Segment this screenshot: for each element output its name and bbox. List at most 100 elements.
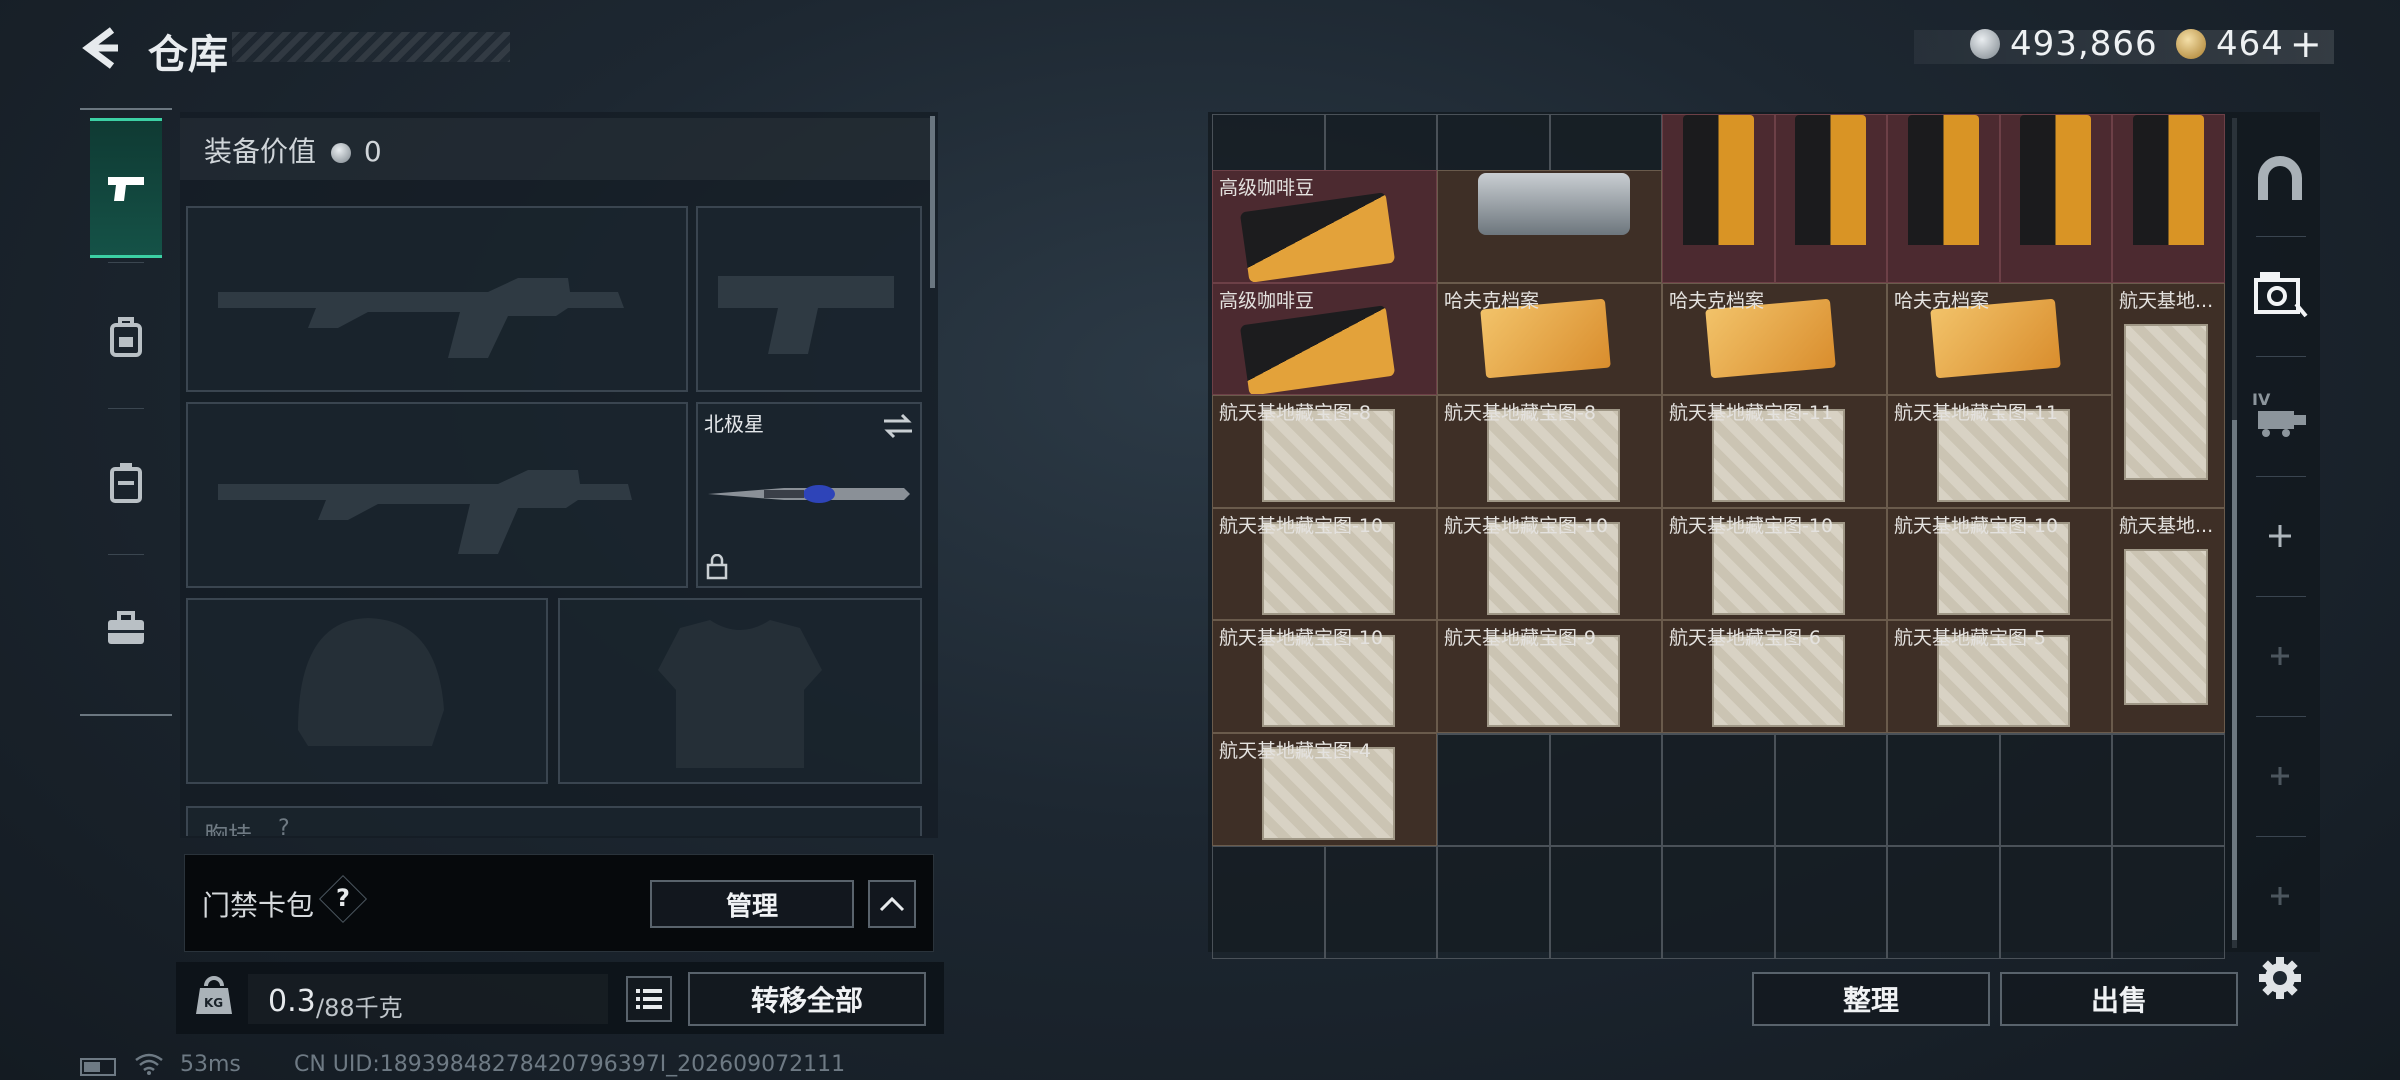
grid-cell[interactable] <box>1437 733 1550 847</box>
stash-item[interactable]: 航天基地藏宝图-10 <box>1437 507 1662 621</box>
item-name: 航天基地... <box>2119 514 2214 537</box>
coffee-bag-icon <box>2020 115 2092 245</box>
transfer-all-button[interactable]: 转移全部 <box>688 972 926 1026</box>
keycard-help-icon[interactable]: ? <box>336 884 350 912</box>
grid-cell[interactable] <box>2112 846 2225 959</box>
add-gold-button[interactable]: + <box>2290 22 2323 66</box>
list-view-button[interactable] <box>626 976 672 1022</box>
stash-item[interactable] <box>1887 114 2000 283</box>
tab-rig[interactable] <box>90 416 162 550</box>
equipment-scrollbar[interactable] <box>930 116 935 288</box>
silver-amount: 493,866 <box>2010 24 2158 64</box>
grid-cell[interactable] <box>1324 114 1437 171</box>
grid-cell[interactable] <box>1324 846 1437 959</box>
stash-item[interactable]: 航天基地藏宝图-10 <box>1887 507 2112 621</box>
tab-divider <box>108 408 144 409</box>
tab-divider <box>2256 236 2306 237</box>
weight-capacity: /88千克 <box>316 994 403 1022</box>
grid-cell[interactable] <box>1437 114 1550 171</box>
add-tab-button[interactable] <box>2250 866 2310 926</box>
stash-item[interactable]: 哈夫克档案 <box>1887 282 2112 396</box>
stash-item[interactable]: 航天基地藏宝图-10 <box>1212 620 1437 733</box>
coffee-bag-icon <box>1795 115 1867 245</box>
grid-cell[interactable] <box>1999 846 2112 959</box>
sell-button[interactable]: 出售 <box>2000 972 2238 1026</box>
collapse-button[interactable] <box>868 880 916 928</box>
plus-icon <box>2269 525 2291 547</box>
grid-cell[interactable] <box>1549 846 1662 959</box>
grid-cell[interactable] <box>1887 846 2000 959</box>
stash-item[interactable]: 哈夫克档案 <box>1662 282 1887 396</box>
grid-cell[interactable] <box>1774 846 1887 959</box>
armor-slot[interactable] <box>558 598 922 784</box>
stash-item[interactable]: 航天基地藏宝图-11 <box>1662 395 1887 508</box>
stash-item[interactable]: 航天基地藏宝图-8 <box>1212 395 1437 508</box>
grid-cell[interactable] <box>1774 733 1887 847</box>
stash-item[interactable]: 哈夫克档案 <box>1437 282 1662 396</box>
stash-item[interactable] <box>1774 114 1887 283</box>
add-tab-button[interactable] <box>2250 746 2310 806</box>
item-name: 航天基地藏宝图-11 <box>1669 402 1834 425</box>
stash-item[interactable]: 航天基地... <box>2112 282 2225 508</box>
stash-item[interactable]: 航天基地藏宝图-10 <box>1662 507 1887 621</box>
item-name: 哈夫克档案 <box>1444 289 1540 312</box>
melee-slot[interactable]: 北极星 <box>696 402 922 588</box>
gold-currency[interactable]: 464 + <box>2176 22 2323 66</box>
stash-item[interactable] <box>1662 114 1775 283</box>
stash-scrollbar[interactable] <box>2232 420 2237 940</box>
stash-item[interactable]: 航天基地藏宝图-5 <box>1887 620 2112 733</box>
item-name: 航天基地... <box>2119 289 2214 312</box>
tab-level-iv[interactable]: IV <box>2250 384 2310 444</box>
grid-cell[interactable] <box>1662 733 1775 847</box>
backpack-icon <box>110 317 142 357</box>
helmet-slot[interactable] <box>186 598 548 784</box>
add-tab-button[interactable] <box>2250 626 2310 686</box>
stash-item[interactable]: 航天基地... <box>2112 507 2225 733</box>
silver-coin-icon <box>330 143 351 163</box>
stash-item[interactable] <box>2112 114 2225 283</box>
stash-item[interactable]: 航天基地藏宝图-10 <box>1212 507 1437 621</box>
back-arrow-icon[interactable] <box>78 26 122 70</box>
item-name: 航天基地藏宝图-10 <box>1669 514 1834 537</box>
manage-button[interactable]: 管理 <box>650 880 854 928</box>
tab-vault[interactable] <box>2250 264 2310 324</box>
grid-cell[interactable] <box>1662 846 1775 959</box>
tab-shelf[interactable] <box>2250 150 2310 210</box>
grid-cell[interactable] <box>2112 733 2225 847</box>
gear-icon <box>2259 957 2301 999</box>
stash-item[interactable]: 航天基地藏宝图-9 <box>1437 620 1662 733</box>
knife-icon <box>708 485 910 503</box>
stash-item[interactable]: 航天基地藏宝图-11 <box>1887 395 2112 508</box>
stash-item[interactable]: 航天基地藏宝图-6 <box>1662 620 1887 733</box>
item-name: 航天基地藏宝图-5 <box>1894 627 2046 650</box>
add-tab-button[interactable] <box>2250 506 2310 566</box>
stash-item[interactable] <box>1999 114 2112 283</box>
swap-icon[interactable] <box>882 412 914 440</box>
grid-cell[interactable] <box>1549 733 1662 847</box>
keycard-label: 门禁卡包 <box>202 889 315 922</box>
tab-weapons[interactable] <box>90 118 162 258</box>
tab-backpack[interactable] <box>90 270 162 404</box>
tab-tools[interactable] <box>90 562 162 696</box>
grid-cell[interactable] <box>1212 114 1325 171</box>
weight-icon-text: KG <box>204 996 224 1010</box>
primary-weapon-slot-1[interactable] <box>186 206 688 392</box>
grid-cell[interactable] <box>1437 846 1550 959</box>
stash-item[interactable]: 高级咖啡豆 <box>1212 170 1437 283</box>
pistol-slot[interactable] <box>696 206 922 392</box>
gold-amount: 464 <box>2216 24 2284 64</box>
chest-rig-help-icon[interactable]: ? <box>278 816 290 836</box>
settings-button[interactable] <box>2250 948 2310 1008</box>
chest-rig-slot[interactable]: 胸挂 ? <box>186 806 922 836</box>
stash-item[interactable]: 航天基地藏宝图-8 <box>1437 395 1662 508</box>
stash-item[interactable] <box>1437 170 1662 283</box>
grid-cell[interactable] <box>1212 846 1325 959</box>
stash-item[interactable]: 高级咖啡豆 <box>1212 282 1437 396</box>
grid-cell[interactable] <box>1887 733 2000 847</box>
primary-weapon-slot-2[interactable] <box>186 402 688 588</box>
stash-grid[interactable]: 高级咖啡豆 高级咖啡豆 哈夫克档案 哈夫克档案 哈夫克档案 航天基地... 航天基地藏宝图-… <box>1212 114 2225 959</box>
sort-button[interactable]: 整理 <box>1752 972 1990 1026</box>
grid-cell[interactable] <box>1999 733 2112 847</box>
grid-cell[interactable] <box>1549 114 1662 171</box>
stash-item[interactable]: 航天基地藏宝图-4 <box>1212 733 1437 846</box>
